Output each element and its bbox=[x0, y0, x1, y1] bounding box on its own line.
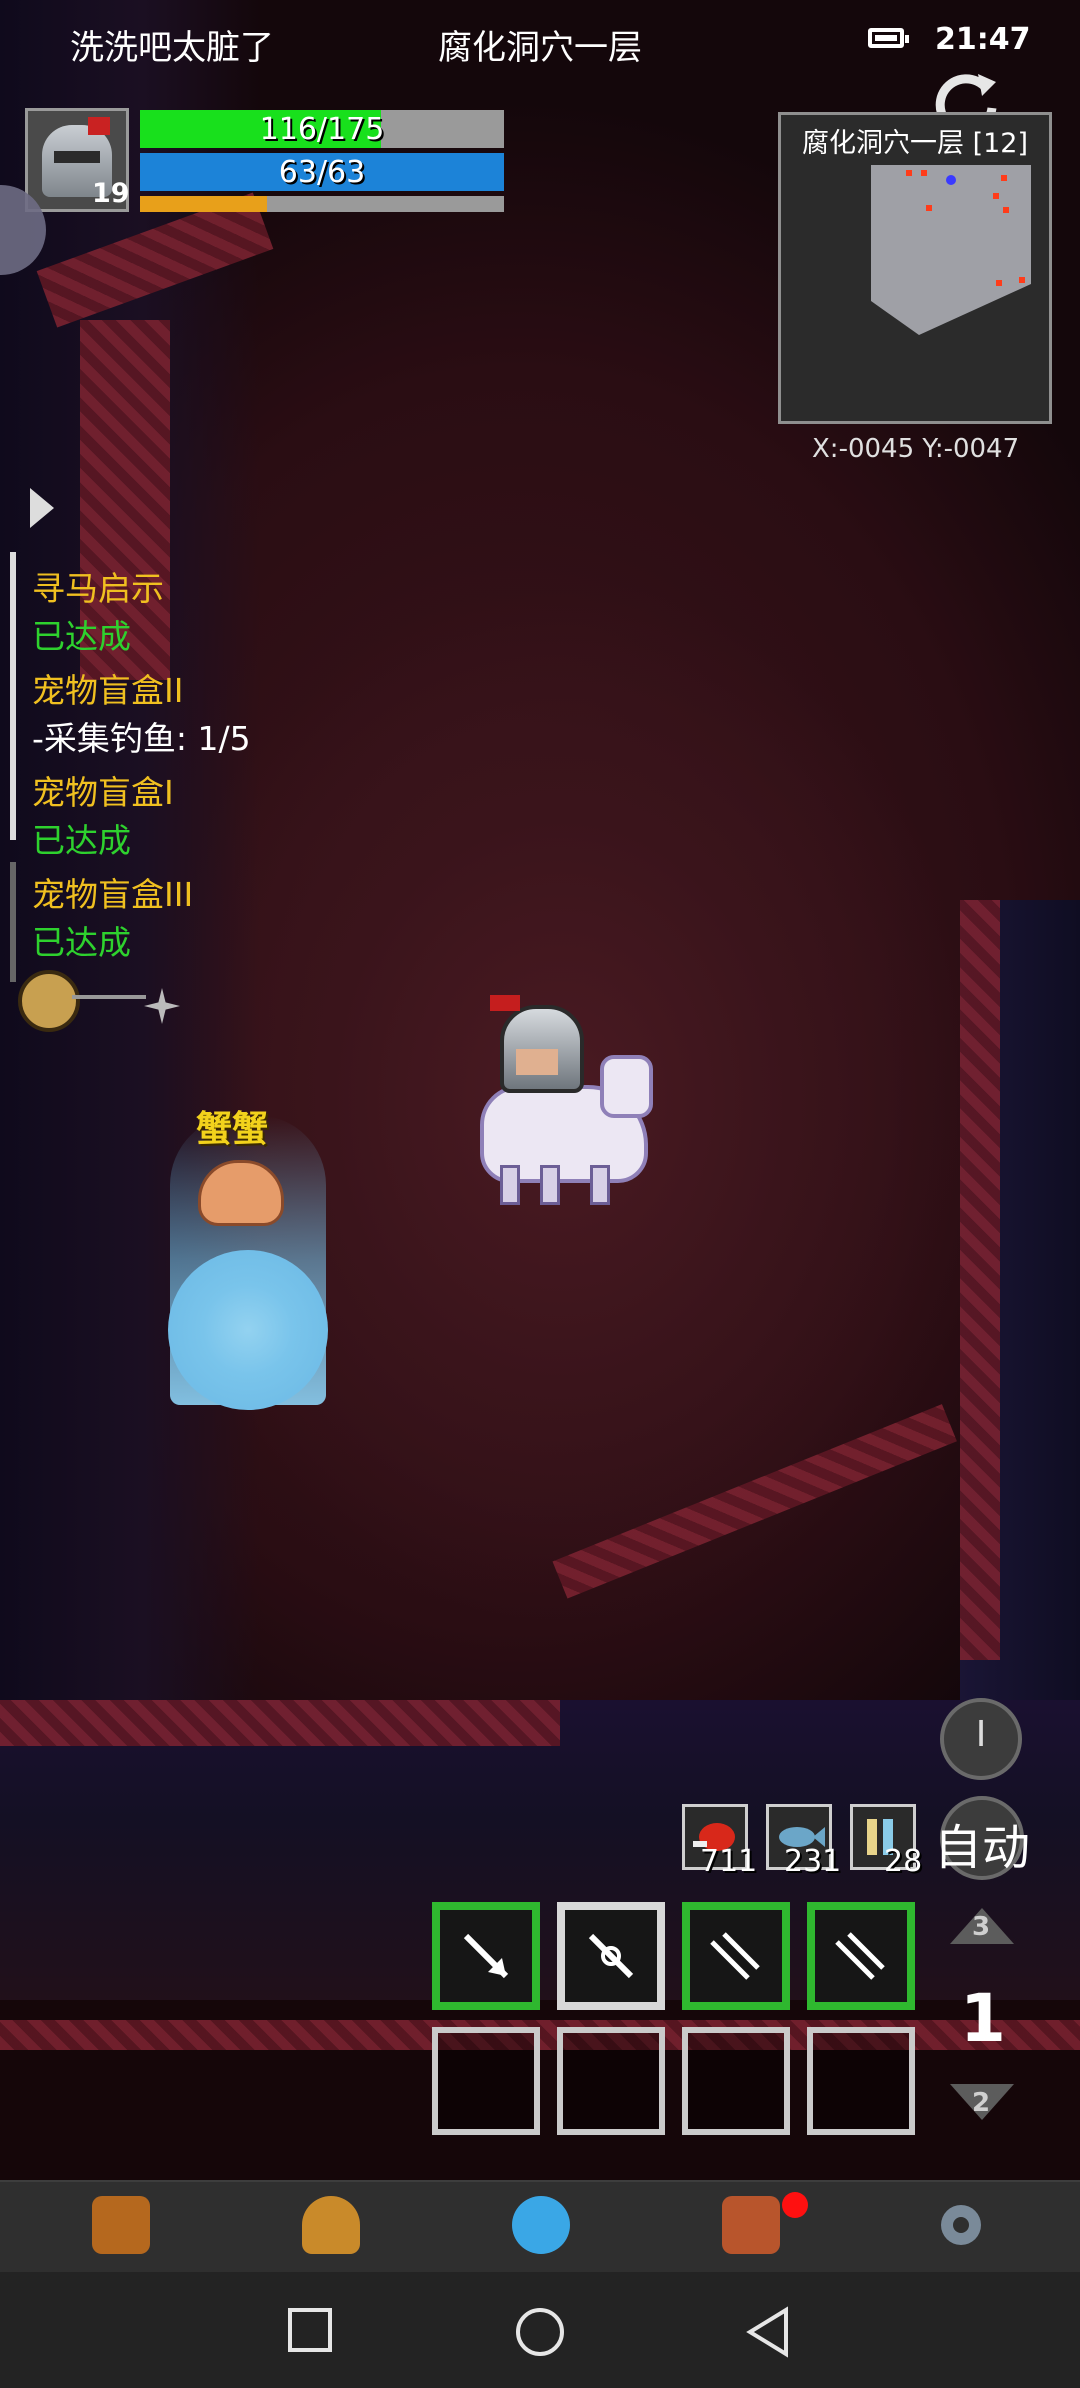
quest-progress: -采集钓鱼: 1/5 bbox=[32, 719, 251, 758]
system-nav-bar bbox=[0, 2272, 1080, 2388]
status-center-text: 腐化洞穴一层 bbox=[438, 28, 642, 68]
quest-title[interactable]: 宠物盲盒II bbox=[32, 664, 183, 712]
skill-slot-2[interactable] bbox=[557, 1902, 665, 2010]
bottom-tab-bar: 属性 装备 技能 收集 设置 bbox=[0, 2180, 1080, 2328]
minimap-player-marker bbox=[946, 175, 956, 185]
status-left-text: 洗洗吧太脏了 bbox=[70, 28, 274, 68]
arrow-shot-icon bbox=[463, 1933, 509, 1979]
rock-edge bbox=[552, 1404, 957, 1599]
home-circle-icon[interactable] bbox=[514, 2306, 566, 2358]
item-count: 231 bbox=[784, 1844, 842, 1879]
empty-skill-slot[interactable] bbox=[807, 2027, 915, 2135]
skill-slot-1[interactable] bbox=[432, 1902, 540, 2010]
orb-icon bbox=[512, 2196, 570, 2254]
minimap[interactable]: 腐化洞穴一层 [12] bbox=[778, 112, 1052, 424]
crab-spawn-circle bbox=[168, 1250, 328, 1410]
back-triangle-icon[interactable] bbox=[746, 2306, 790, 2358]
skill-page-number: 1 bbox=[960, 1980, 1006, 2057]
rock-edge bbox=[960, 900, 1000, 1660]
crab-sprite[interactable] bbox=[198, 1160, 284, 1226]
skill-slot-3[interactable] bbox=[682, 1902, 790, 2010]
quest-scroll-line bbox=[10, 552, 16, 840]
quest-status: 已达成 bbox=[32, 821, 131, 860]
helmet-icon bbox=[92, 2196, 150, 2254]
battery-icon bbox=[868, 28, 909, 48]
skill-slot-4[interactable] bbox=[807, 1902, 915, 2010]
quest-status: 已达成 bbox=[32, 617, 131, 656]
mace-icon bbox=[18, 970, 80, 1032]
mode-toggle-button[interactable]: I bbox=[940, 1698, 1022, 1780]
minimap-title: 腐化洞穴一层 [12] bbox=[801, 128, 1028, 159]
bag-icon bbox=[302, 2196, 360, 2254]
empty-skill-slot[interactable] bbox=[557, 2027, 665, 2135]
empty-skill-slot[interactable] bbox=[682, 2027, 790, 2135]
quest-title[interactable]: 宠物盲盒I bbox=[32, 766, 174, 814]
xp-bar-fill bbox=[140, 196, 268, 212]
item-count: 711 bbox=[700, 1844, 758, 1879]
rock-edge bbox=[0, 1700, 560, 1746]
item-count: 28 bbox=[884, 1844, 923, 1879]
crosshair-arrow-icon bbox=[588, 1933, 634, 1979]
notification-dot bbox=[782, 2192, 808, 2218]
coordinates: X:-0045 Y:-0047 bbox=[812, 434, 1020, 464]
auto-label[interactable]: 自动 bbox=[934, 1808, 1030, 1878]
enemy-name: 蟹蟹 bbox=[196, 1109, 269, 1150]
minimap-area bbox=[871, 165, 1031, 335]
expand-arrow-icon[interactable] bbox=[30, 488, 54, 528]
chest-icon bbox=[722, 2196, 780, 2254]
player-sprite[interactable] bbox=[460, 995, 653, 1205]
player-level: 19 bbox=[92, 178, 130, 209]
status-bar: 洗洗吧太脏了 腐化洞穴一层 21:47 bbox=[0, 0, 1080, 88]
quest-title[interactable]: 宠物盲盒III bbox=[32, 868, 193, 916]
page-down-label: 2 bbox=[972, 2088, 991, 2118]
status-time: 21:47 bbox=[935, 22, 1031, 57]
rock-edge bbox=[0, 2020, 1080, 2050]
multi-arrow-icon bbox=[835, 1932, 885, 1980]
mp-text: 63/63 bbox=[278, 155, 366, 190]
page-up-label: 3 bbox=[972, 1912, 991, 1942]
multi-arrow-icon bbox=[710, 1932, 760, 1980]
xp-bar bbox=[140, 196, 504, 212]
quest-title[interactable]: 寻马启示 bbox=[32, 562, 164, 610]
empty-skill-slot[interactable] bbox=[432, 2027, 540, 2135]
mp-bar: 63/63 bbox=[140, 153, 504, 191]
gear-icon bbox=[941, 2205, 981, 2245]
recents-square-icon[interactable] bbox=[286, 2306, 334, 2354]
hp-bar: 116/175 bbox=[140, 110, 504, 148]
mode-toggle-label: I bbox=[975, 1714, 987, 1755]
hp-text: 116/175 bbox=[259, 112, 385, 147]
mace-npc-sprite[interactable] bbox=[18, 940, 180, 1032]
